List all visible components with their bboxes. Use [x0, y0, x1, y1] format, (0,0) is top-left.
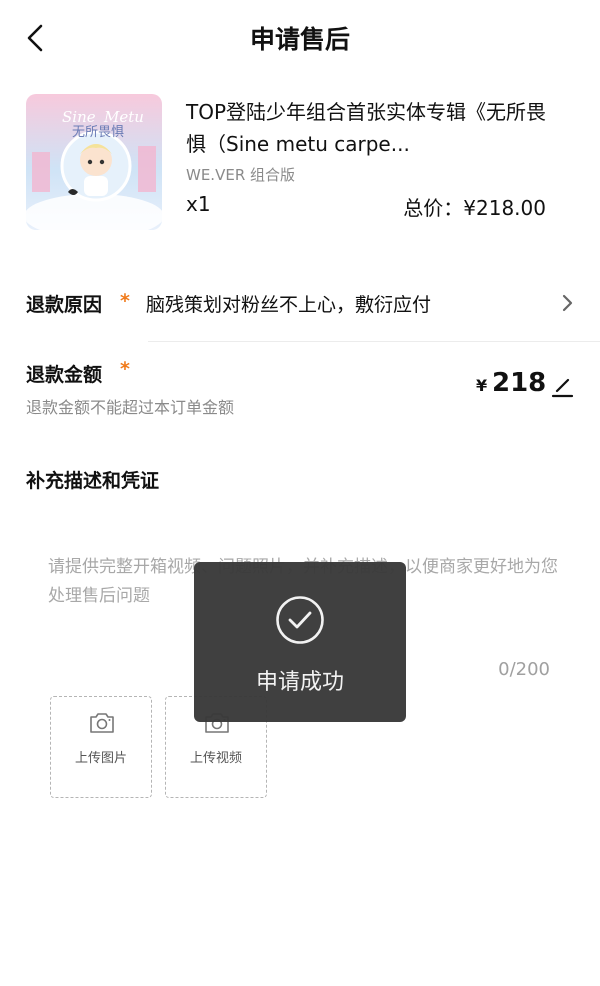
edit-icon[interactable]: [550, 374, 574, 398]
refund-amount-label: 退款金额: [26, 364, 103, 386]
required-mark: *: [120, 290, 130, 312]
product-thumbnail: Sine Metu 无所畏惧: [26, 94, 162, 230]
page-title: 申请售后: [249, 25, 350, 54]
svg-text:Metu: Metu: [103, 108, 144, 126]
toast-message: 申请成功: [255, 670, 344, 695]
success-toast: 申请成功: [194, 562, 406, 722]
svg-text:Sine: Sine: [62, 108, 96, 126]
product-spec: WE.VER 组合版: [186, 166, 296, 184]
upload-image-button[interactable]: 上传图片: [50, 696, 152, 798]
camera-icon: [90, 713, 114, 733]
currency-symbol: ¥: [476, 376, 488, 395]
upload-image-label: 上传图片: [74, 751, 127, 766]
product-total-price: 总价：¥218.00: [403, 196, 546, 220]
refund-reason-label: 退款原因: [26, 294, 103, 316]
refund-reason-row[interactable]: 退款原因 * 脑残策划对粉丝不上心，敷衍应付: [0, 268, 600, 340]
required-mark: *: [120, 358, 130, 380]
refund-amount-row: 退款金额 * 退款金额不能超过本订单金额 ¥ 218: [0, 352, 600, 424]
evidence-section-title: 补充描述和凭证: [26, 470, 160, 492]
product-title: TOP登陆少年组合首张实体专辑《无所畏惧（Sine metu carpe...: [186, 100, 547, 156]
refund-amount-hint: 退款金额不能超过本订单金额: [26, 398, 235, 417]
check-circle-icon: [276, 596, 324, 644]
upload-video-label: 上传视频: [189, 751, 242, 766]
nav-bar: 申请售后: [0, 0, 600, 78]
svg-text:无所畏惧: 无所畏惧: [72, 124, 124, 140]
product-quantity: x1: [186, 192, 211, 216]
product-card: Sine Metu 无所畏惧 TOP登陆少年组合首张实体专辑《无所畏惧（Sine…: [26, 94, 576, 234]
character-counter: 0/200: [498, 659, 550, 680]
chevron-right-icon: [562, 294, 573, 312]
refund-amount-value: 218: [492, 368, 547, 398]
divider: [148, 341, 600, 342]
refund-reason-value: 脑残策划对粉丝不上心，敷衍应付: [146, 294, 432, 316]
